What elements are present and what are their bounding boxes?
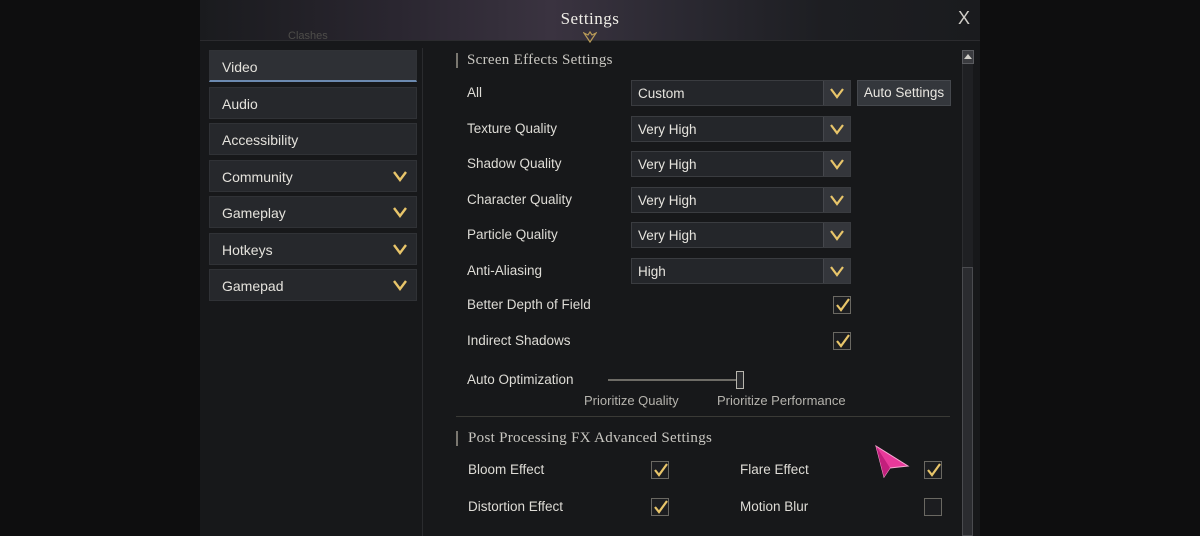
checkmark-icon (836, 298, 850, 312)
flare-effect-label: Flare Effect (740, 462, 809, 477)
distortion-effect-checkbox[interactable] (651, 498, 669, 516)
particle-quality-label: Particle Quality (467, 227, 558, 242)
prioritize-performance-caption: Prioritize Performance (717, 393, 846, 408)
screen-effects-title: Screen Effects Settings (467, 52, 613, 68)
dropdown-value: Very High (638, 193, 697, 208)
sidebar-item-gamepad[interactable]: Gamepad (209, 269, 417, 301)
sidebar-item-label: Accessibility (222, 132, 299, 148)
dropdown-value: High (638, 264, 666, 279)
character-quality-dropdown[interactable]: Very High (631, 187, 851, 213)
anti-aliasing-dropdown[interactable]: High (631, 258, 851, 284)
chevron-down-icon (830, 195, 844, 206)
auto-settings-button[interactable]: Auto Settings (857, 80, 951, 106)
dropdown-arrow (823, 188, 850, 212)
title-bar: Clashes Settings X (200, 0, 980, 44)
chevron-down-icon (830, 266, 844, 277)
sidebar-item-video[interactable]: Video (209, 50, 417, 82)
checkmark-icon (836, 334, 850, 348)
shadow-quality-label: Shadow Quality (467, 156, 562, 171)
motion-blur-checkbox[interactable] (924, 498, 942, 516)
sidebar-item-label: Community (222, 168, 293, 185)
bloom-effect-label: Bloom Effect (468, 462, 545, 477)
sidebar-item-label: Audio (222, 95, 258, 112)
dropdown-value: Very High (638, 157, 697, 172)
window-title: Settings (560, 9, 620, 28)
prioritize-quality-caption: Prioritize Quality (584, 393, 679, 408)
chevron-down-icon (830, 230, 844, 241)
character-quality-label: Character Quality (467, 192, 573, 207)
texture-quality-dropdown[interactable]: Very High (631, 116, 851, 142)
checkmark-icon (927, 463, 941, 477)
motion-blur-label: Motion Blur (740, 499, 809, 514)
arrow-up-icon (964, 54, 972, 59)
chevron-down-icon (393, 243, 407, 255)
dropdown-arrow (823, 259, 850, 283)
chevron-down-icon (830, 88, 844, 99)
bloom-effect-checkbox[interactable] (651, 461, 669, 479)
depth-of-field-checkbox[interactable] (833, 296, 851, 314)
shadow-quality-dropdown[interactable]: Very High (631, 151, 851, 177)
depth-of-field-label: Better Depth of Field (467, 297, 591, 312)
texture-quality-label: Texture Quality (467, 121, 558, 136)
anti-aliasing-label: Anti-Aliasing (467, 263, 543, 278)
section-marker (456, 53, 458, 68)
chevron-down-icon (393, 280, 407, 291)
auto-optimization-label: Auto Optimization (467, 372, 574, 387)
background-tab-text: Clashes (288, 30, 328, 42)
chevron-down-icon (830, 124, 844, 135)
scrollbar-thumb[interactable] (962, 267, 973, 536)
sidebar-divider (422, 48, 423, 536)
distortion-effect-label: Distortion Effect (468, 499, 564, 514)
dropdown-arrow (823, 223, 850, 247)
section-marker (456, 431, 458, 446)
chevron-down-icon (393, 170, 407, 182)
dropdown-value: Custom (638, 86, 685, 101)
sidebar-item-accessibility[interactable]: Accessibility (209, 123, 417, 155)
settings-window: Clashes Settings X Video Audio Accessibi… (200, 0, 980, 536)
auto-optimization-slider-thumb[interactable] (736, 371, 744, 389)
scroll-up-button[interactable] (962, 50, 974, 64)
sidebar-item-label: Hotkeys (222, 241, 273, 258)
sidebar-item-audio[interactable]: Audio (209, 86, 417, 119)
dropdown-value: Very High (638, 122, 697, 137)
auto-optimization-slider-track[interactable] (608, 379, 740, 381)
close-button[interactable]: X (958, 8, 970, 29)
sidebar-item-label: Gamepad (222, 278, 284, 294)
chevron-down-icon (393, 207, 407, 218)
settings-sidebar: Video Audio Accessibility Community Game… (209, 50, 417, 306)
chevron-down-icon (830, 159, 844, 170)
dropdown-arrow (823, 117, 850, 141)
dropdown-arrow (823, 152, 850, 176)
section-divider (456, 416, 950, 417)
sidebar-item-hotkeys[interactable]: Hotkeys (209, 232, 417, 265)
title-ornament-icon (583, 30, 597, 44)
post-processing-title: Post Processing FX Advanced Settings (468, 430, 713, 446)
dropdown-value: Very High (638, 228, 697, 243)
sidebar-item-gameplay[interactable]: Gameplay (209, 196, 417, 228)
all-preset-dropdown[interactable]: Custom (631, 80, 851, 106)
checkmark-icon (654, 463, 668, 477)
cursor-pointer-icon (875, 444, 910, 478)
indirect-shadows-checkbox[interactable] (833, 332, 851, 350)
sidebar-item-label: Gameplay (222, 205, 286, 221)
dropdown-arrow (823, 81, 850, 105)
sidebar-item-label: Video (222, 59, 258, 75)
flare-effect-checkbox[interactable] (924, 461, 942, 479)
all-label: All (467, 85, 483, 100)
sidebar-item-community[interactable]: Community (209, 159, 417, 192)
checkmark-icon (654, 500, 668, 514)
particle-quality-dropdown[interactable]: Very High (631, 222, 851, 248)
indirect-shadows-label: Indirect Shadows (467, 333, 571, 348)
